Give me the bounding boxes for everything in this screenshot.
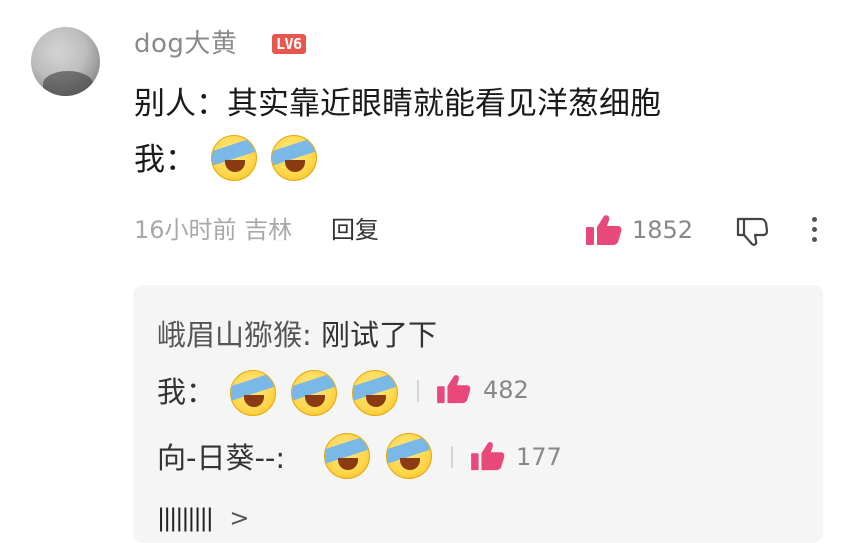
view-more-replies[interactable]: ||||||||| > <box>157 502 250 534</box>
divider <box>417 380 419 402</box>
laughing-crying-emoji-icon <box>271 135 317 181</box>
thumb-up-icon[interactable] <box>586 214 622 246</box>
laughing-crying-emoji-icon <box>230 370 276 416</box>
comment-location: 吉林 <box>244 216 293 244</box>
level-badge: LV6 <box>272 34 306 54</box>
laughing-crying-emoji-icon <box>352 370 398 416</box>
like-count: 1852 <box>632 216 694 244</box>
laughing-crying-emoji-icon <box>386 433 432 479</box>
reply-item[interactable]: 向-日葵--: <box>157 438 285 478</box>
divider <box>451 446 453 468</box>
reply-like-count: 177 <box>516 443 562 471</box>
comment-text-line2: 我： <box>134 138 196 182</box>
chevron-right-icon: > <box>229 504 250 532</box>
reply-item[interactable]: 我： <box>157 372 215 412</box>
laughing-crying-emoji-icon <box>291 370 337 416</box>
reply-text: 我： <box>157 375 216 409</box>
reply-button[interactable]: 回复 <box>331 214 379 246</box>
laughing-crying-emoji-icon <box>324 433 370 479</box>
avatar[interactable] <box>31 27 100 96</box>
laughing-crying-emoji-icon <box>211 135 257 181</box>
comment-text: 别人：其实靠近眼睛就能看见洋葱细胞 <box>134 86 661 122</box>
thumb-up-icon[interactable] <box>437 374 471 404</box>
reply-item[interactable]: 峨眉山猕猴: 刚试了下 <box>157 315 437 355</box>
username[interactable]: dog大黄 <box>134 27 237 61</box>
view-more-label: ||||||||| <box>157 504 214 532</box>
comment-time: 16小时前 <box>134 216 237 244</box>
reply-author[interactable]: 峨眉山猕猴: <box>157 318 312 352</box>
thumb-up-icon[interactable] <box>471 441 505 471</box>
reply-text: 刚试了下 <box>321 318 438 352</box>
more-options-icon[interactable] <box>808 214 820 246</box>
comment-meta: 16小时前 吉林 <box>134 214 292 246</box>
reply-like-count: 482 <box>483 376 529 404</box>
thumb-down-icon[interactable] <box>735 215 769 247</box>
comment-prefix: 我： <box>134 142 196 178</box>
reply-author[interactable]: 向-日葵--: <box>157 441 285 475</box>
